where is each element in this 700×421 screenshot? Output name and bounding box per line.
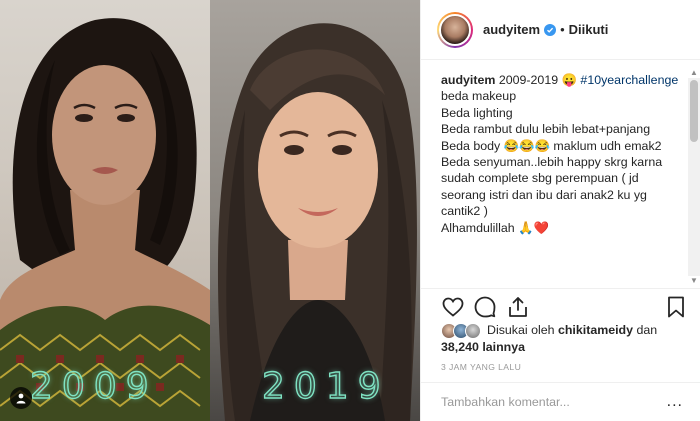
- action-bar: [421, 288, 700, 324]
- verified-badge-icon: [544, 23, 557, 36]
- photo-2019-panel: 2019: [210, 0, 420, 421]
- likes-summary: Disukai oleh chikitameidy dan 38,240 lai…: [441, 322, 691, 356]
- story-ring[interactable]: [437, 11, 473, 48]
- following-button[interactable]: Diikuti: [569, 22, 609, 37]
- liker-avatar[interactable]: [465, 323, 481, 339]
- share-icon[interactable]: [506, 295, 530, 319]
- year-label-2019: 2019: [261, 365, 390, 407]
- comment-bubble-icon[interactable]: [473, 295, 497, 319]
- year-label-2009: 2009: [29, 365, 158, 407]
- photo-2009-panel: 2009: [0, 0, 210, 421]
- post-side-panel: audyitem • Diikuti audyitem 2009-2019 😛 …: [420, 0, 700, 421]
- liker-avatars[interactable]: [441, 323, 485, 339]
- likes-prefix: Disukai oleh: [487, 323, 558, 337]
- post-timestamp[interactable]: 3 JAM YANG LALU: [441, 362, 521, 372]
- caption-text: audyitem 2009-2019 😛 #10yearchallenge be…: [441, 72, 679, 236]
- portrait-2019-illustration: [217, 23, 417, 421]
- caption-title: 2009-2019 😛: [495, 73, 581, 87]
- save-bookmark-icon[interactable]: [664, 295, 688, 319]
- scroll-thumb[interactable]: [690, 80, 698, 142]
- user-tag-icon[interactable]: [10, 387, 32, 409]
- avatar[interactable]: [439, 13, 471, 46]
- hashtag-link[interactable]: #10yearchallenge: [580, 73, 678, 87]
- comment-box: ...: [421, 382, 700, 421]
- caption-area: audyitem 2009-2019 😛 #10yearchallenge be…: [421, 64, 687, 284]
- post-header: audyitem • Diikuti: [421, 0, 700, 60]
- caption-body: beda makeup Beda lighting Beda rambut du…: [441, 89, 663, 235]
- scroll-down-arrow-icon[interactable]: ▼: [688, 276, 700, 286]
- like-heart-icon[interactable]: [441, 295, 465, 319]
- header-separator: •: [560, 22, 565, 37]
- likes-conjunction: dan: [633, 323, 658, 337]
- header-username-link[interactable]: audyitem: [483, 22, 540, 37]
- portrait-2009-illustration: [0, 18, 210, 421]
- comment-input[interactable]: [441, 395, 667, 409]
- caption-scrollbar[interactable]: ▲ ▼: [688, 68, 700, 286]
- scroll-up-arrow-icon[interactable]: ▲: [688, 68, 700, 78]
- more-options-icon[interactable]: ...: [667, 393, 683, 411]
- liker-username-link[interactable]: chikitameidy: [558, 323, 633, 337]
- scroll-track[interactable]: [688, 78, 700, 276]
- post-photo[interactable]: 2009 2019: [0, 0, 420, 421]
- caption-author-link[interactable]: audyitem: [441, 73, 495, 87]
- likes-count-button[interactable]: 38,240 lainnya: [441, 340, 525, 354]
